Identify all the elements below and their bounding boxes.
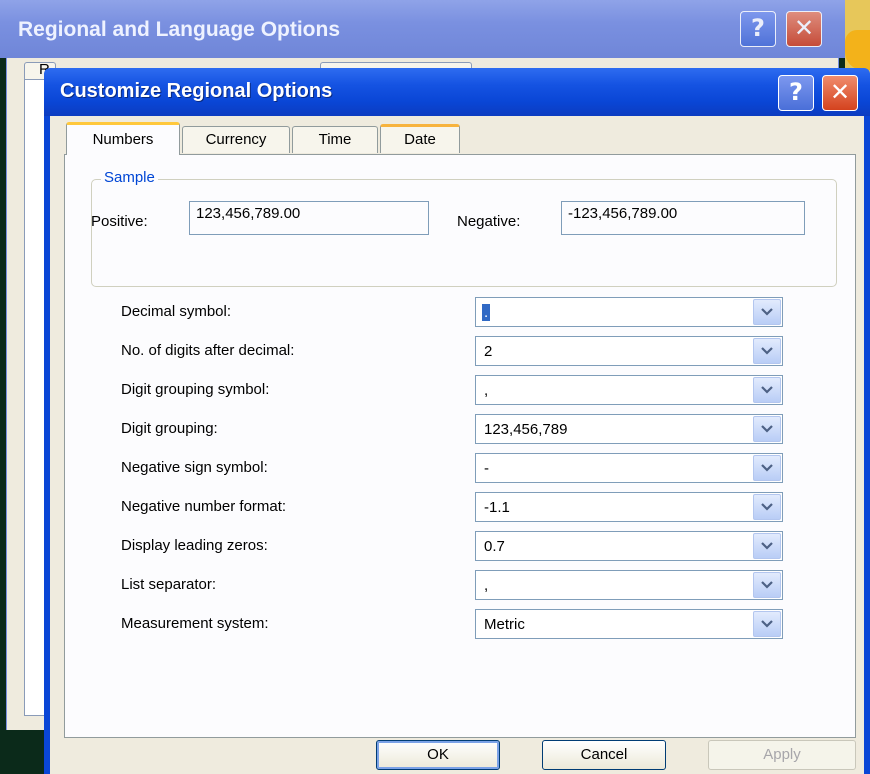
tab-currency-label: Currency: [205, 131, 267, 148]
tab-date[interactable]: Date: [380, 124, 460, 153]
help-button[interactable]: ?: [778, 75, 814, 111]
combo-value: -1.1: [484, 499, 510, 516]
chevron-down-icon[interactable]: [753, 572, 781, 598]
background-window-title: Regional and Language Options: [18, 18, 341, 41]
background-help-button[interactable]: ?: [740, 11, 776, 47]
display-leading-zeros-combo[interactable]: 0.7: [475, 531, 783, 561]
digit-grouping-combo[interactable]: 123,456,789: [475, 414, 783, 444]
negative-number-format-label: Negative number format:: [121, 498, 287, 515]
chevron-down-icon[interactable]: [753, 338, 781, 364]
combo-value: ,: [484, 382, 489, 399]
chevron-down-icon[interactable]: [753, 455, 781, 481]
decimal-symbol-label: Decimal symbol:: [121, 303, 232, 320]
negative-number-format-combo[interactable]: -1.1: [475, 492, 783, 522]
chevron-down-icon[interactable]: [753, 533, 781, 559]
tab-currency[interactable]: Currency: [182, 126, 290, 153]
background-titlebar: Regional and Language Options ? ✕: [0, 0, 845, 58]
tab-time[interactable]: Time: [292, 126, 378, 153]
ok-button[interactable]: OK: [376, 740, 500, 770]
close-button[interactable]: ✕: [822, 75, 858, 111]
desktop-decoration: [845, 30, 870, 70]
dialog-title: Customize Regional Options: [60, 80, 333, 102]
digit-grouping-symbol-combo[interactable]: ,: [475, 375, 783, 405]
display-leading-zeros-label: Display leading zeros:: [121, 537, 268, 554]
chevron-down-icon[interactable]: [753, 611, 781, 637]
tab-date-label: Date: [404, 131, 436, 148]
sample-group-label: Sample: [101, 169, 158, 186]
combo-value: Metric: [484, 616, 525, 633]
dialog-body: Numbers Currency Time Date Sample Positi…: [50, 116, 864, 774]
list-separator-label: List separator:: [121, 576, 217, 593]
measurement-system-label: Measurement system:: [121, 615, 269, 632]
customize-regional-options-dialog: Customize Regional Options ? ✕ Numbers C…: [44, 68, 870, 774]
cancel-button[interactable]: Cancel: [542, 740, 666, 770]
combo-value: ,: [484, 577, 489, 594]
chevron-down-icon[interactable]: [753, 299, 781, 325]
combo-value: 0.7: [484, 538, 505, 555]
list-separator-combo[interactable]: ,: [475, 570, 783, 600]
digits-after-decimal-label: No. of digits after decimal:: [121, 342, 295, 359]
negative-sample-field: -123,456,789.00: [561, 201, 805, 235]
chevron-down-icon[interactable]: [753, 377, 781, 403]
apply-button[interactable]: Apply: [708, 740, 856, 770]
chevron-down-icon[interactable]: [753, 416, 781, 442]
combo-value: 2: [484, 343, 493, 360]
digits-after-decimal-combo[interactable]: 2: [475, 336, 783, 366]
measurement-system-combo[interactable]: Metric: [475, 609, 783, 639]
combo-value: 123,456,789: [484, 421, 568, 438]
decimal-symbol-combo[interactable]: .: [475, 297, 783, 327]
combo-value: .: [482, 304, 491, 321]
chevron-down-icon[interactable]: [753, 494, 781, 520]
tab-numbers-label: Numbers: [92, 131, 154, 148]
background-close-button[interactable]: ✕: [786, 11, 822, 47]
negative-sign-symbol-combo[interactable]: -: [475, 453, 783, 483]
combo-value: -: [484, 460, 489, 477]
tab-time-label: Time: [318, 131, 352, 148]
negative-label: Negative:: [457, 213, 521, 230]
digit-grouping-symbol-label: Digit grouping symbol:: [121, 381, 270, 398]
negative-sign-symbol-label: Negative sign symbol:: [121, 459, 268, 476]
dialog-titlebar: Customize Regional Options ? ✕: [44, 68, 870, 116]
digit-grouping-label: Digit grouping:: [121, 420, 218, 437]
positive-label: Positive:: [91, 213, 148, 230]
tab-numbers[interactable]: Numbers: [66, 122, 180, 155]
dialog-frame: Numbers Currency Time Date Sample Positi…: [44, 116, 870, 774]
positive-sample-field: 123,456,789.00: [189, 201, 429, 235]
numbers-tab-panel: Sample Positive: 123,456,789.00 Negative…: [64, 154, 856, 738]
